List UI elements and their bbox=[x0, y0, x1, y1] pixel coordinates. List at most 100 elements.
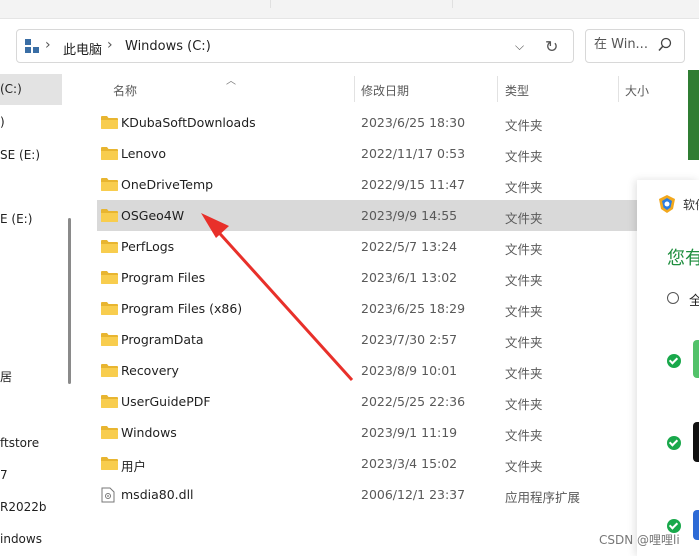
checked-icon[interactable] bbox=[667, 354, 681, 368]
shield-logo-icon bbox=[659, 195, 675, 213]
file-modified-date: 2006/12/1 23:37 bbox=[361, 487, 466, 502]
popup-heading: 您有 bbox=[667, 248, 699, 269]
file-row[interactable]: UserGuidePDF 2022/5/25 22:36 文件夹 bbox=[97, 386, 637, 417]
nav-item[interactable]: 居 bbox=[0, 362, 62, 393]
file-modified-date: 2022/5/25 22:36 bbox=[361, 394, 466, 409]
background-window-edge bbox=[688, 70, 699, 160]
folder-icon bbox=[101, 147, 118, 160]
file-name: Program Files (x86) bbox=[121, 301, 243, 316]
file-name: 用户 bbox=[121, 459, 147, 474]
file-type: 文件夹 bbox=[505, 459, 543, 474]
this-pc-icon bbox=[25, 39, 39, 53]
file-type: 文件夹 bbox=[505, 428, 543, 443]
file-modified-date: 2023/6/1 13:02 bbox=[361, 270, 458, 285]
checked-icon[interactable] bbox=[667, 436, 681, 450]
refresh-icon[interactable]: ↻ bbox=[545, 37, 558, 56]
column-header-type[interactable]: 类型 bbox=[505, 82, 529, 99]
app-icon bbox=[693, 340, 699, 378]
file-type: 应用程序扩展 bbox=[505, 490, 581, 505]
sort-ascending-icon: ︿ bbox=[226, 76, 236, 87]
file-modified-date: 2022/5/7 13:24 bbox=[361, 239, 458, 254]
file-name: OSGeo4W bbox=[121, 208, 185, 223]
nav-item[interactable]: ftstore bbox=[0, 428, 62, 459]
column-header-name[interactable]: 名称 bbox=[113, 82, 137, 99]
column-divider[interactable] bbox=[618, 76, 619, 102]
file-type: 文件夹 bbox=[505, 118, 543, 133]
app-icon bbox=[693, 510, 699, 540]
file-row[interactable]: OSGeo4W 2023/9/9 14:55 文件夹 bbox=[97, 200, 637, 231]
search-input[interactable] bbox=[594, 37, 652, 52]
folder-icon bbox=[101, 364, 118, 377]
file-name: Lenovo bbox=[121, 146, 167, 161]
folder-icon bbox=[101, 457, 118, 470]
toolbar-segment bbox=[0, 0, 271, 8]
select-all-radio[interactable] bbox=[667, 292, 679, 304]
file-type: 文件夹 bbox=[505, 149, 543, 164]
nav-item[interactable]: indows bbox=[0, 524, 62, 555]
file-name: ProgramData bbox=[121, 332, 204, 347]
address-bar[interactable]: › 此电脑 › Windows (C:) ⌵ bbox=[16, 29, 574, 63]
chevron-down-icon[interactable]: ⌵ bbox=[515, 39, 524, 54]
file-row[interactable]: ProgramData 2023/7/30 2:57 文件夹 bbox=[97, 324, 637, 355]
nav-item[interactable]: 7 bbox=[0, 460, 62, 491]
search-box[interactable] bbox=[585, 29, 685, 63]
folder-icon bbox=[101, 209, 118, 222]
file-row[interactable]: Program Files 2023/6/1 13:02 文件夹 bbox=[97, 262, 637, 293]
file-type: 文件夹 bbox=[505, 397, 543, 412]
file-name: UserGuidePDF bbox=[121, 394, 211, 409]
column-divider[interactable] bbox=[354, 76, 355, 102]
file-row[interactable]: OneDriveTemp 2022/9/15 11:47 文件夹 bbox=[97, 169, 637, 200]
file-row[interactable]: Windows 2023/9/1 11:19 文件夹 bbox=[97, 417, 637, 448]
folder-icon bbox=[101, 333, 118, 346]
file-modified-date: 2023/9/1 11:19 bbox=[361, 425, 458, 440]
file-row[interactable]: KDubaSoftDownloads 2023/6/25 18:30 文件夹 bbox=[97, 107, 637, 138]
nav-item-drive-e[interactable]: SE (E:) bbox=[0, 140, 62, 171]
file-name: msdia80.dll bbox=[121, 487, 194, 502]
file-name: Recovery bbox=[121, 363, 179, 378]
nav-pane-scrollbar[interactable] bbox=[68, 218, 71, 384]
file-row[interactable]: Program Files (x86) 2023/6/25 18:29 文件夹 bbox=[97, 293, 637, 324]
toolbar-segment bbox=[270, 0, 453, 8]
file-type: 文件夹 bbox=[505, 180, 543, 195]
dll-file-icon bbox=[101, 487, 115, 503]
folder-icon bbox=[101, 395, 118, 408]
nav-item[interactable]: R2022b bbox=[0, 492, 62, 523]
column-header-date[interactable]: 修改日期 bbox=[361, 82, 409, 99]
file-modified-date: 2023/9/9 14:55 bbox=[361, 208, 458, 223]
file-name: PerfLogs bbox=[121, 239, 175, 254]
popup-title: 软件 bbox=[683, 198, 699, 212]
file-name: Program Files bbox=[121, 270, 206, 285]
side-popup-panel: 软件 您有 全 bbox=[637, 180, 699, 556]
file-row[interactable]: msdia80.dll 2006/12/1 23:37 应用程序扩展 bbox=[97, 479, 637, 510]
breadcrumb-separator: › bbox=[107, 37, 113, 53]
file-name: OneDriveTemp bbox=[121, 177, 214, 192]
breadcrumb-this-pc[interactable]: 此电脑 bbox=[63, 39, 102, 58]
column-header-size[interactable]: 大小 bbox=[625, 82, 649, 99]
folder-icon bbox=[101, 178, 118, 191]
nav-item-drive-c[interactable]: (C:) bbox=[0, 74, 62, 105]
column-divider[interactable] bbox=[497, 76, 498, 102]
file-modified-date: 2023/3/4 15:02 bbox=[361, 456, 458, 471]
folder-icon bbox=[101, 426, 118, 439]
breadcrumb-drive-c[interactable]: Windows (C:) bbox=[125, 39, 211, 54]
file-row[interactable]: PerfLogs 2022/5/7 13:24 文件夹 bbox=[97, 231, 637, 262]
file-name: Windows bbox=[121, 425, 177, 440]
file-row[interactable]: Recovery 2023/8/9 10:01 文件夹 bbox=[97, 355, 637, 386]
folder-icon bbox=[101, 271, 118, 284]
file-modified-date: 2022/11/17 0:53 bbox=[361, 146, 466, 161]
nav-item[interactable]: ) bbox=[0, 107, 62, 138]
select-all-label[interactable]: 全 bbox=[689, 290, 699, 309]
search-icon[interactable] bbox=[658, 37, 672, 53]
file-modified-date: 2023/8/9 10:01 bbox=[361, 363, 458, 378]
window-top-strip bbox=[0, 0, 699, 19]
navigation-pane: (C:) ) SE (E:) E (E:) 居 ftstore 7 R2022b… bbox=[0, 72, 62, 556]
file-modified-date: 2023/7/30 2:57 bbox=[361, 332, 458, 347]
file-type: 文件夹 bbox=[505, 366, 543, 381]
file-row[interactable]: Lenovo 2022/11/17 0:53 文件夹 bbox=[97, 138, 637, 169]
folder-icon bbox=[101, 116, 118, 129]
file-type: 文件夹 bbox=[505, 335, 543, 350]
file-type: 文件夹 bbox=[505, 211, 543, 226]
file-row[interactable]: 用户 2023/3/4 15:02 文件夹 bbox=[97, 448, 637, 479]
nav-item-drive-e[interactable]: E (E:) bbox=[0, 204, 62, 235]
file-modified-date: 2022/9/15 11:47 bbox=[361, 177, 466, 192]
